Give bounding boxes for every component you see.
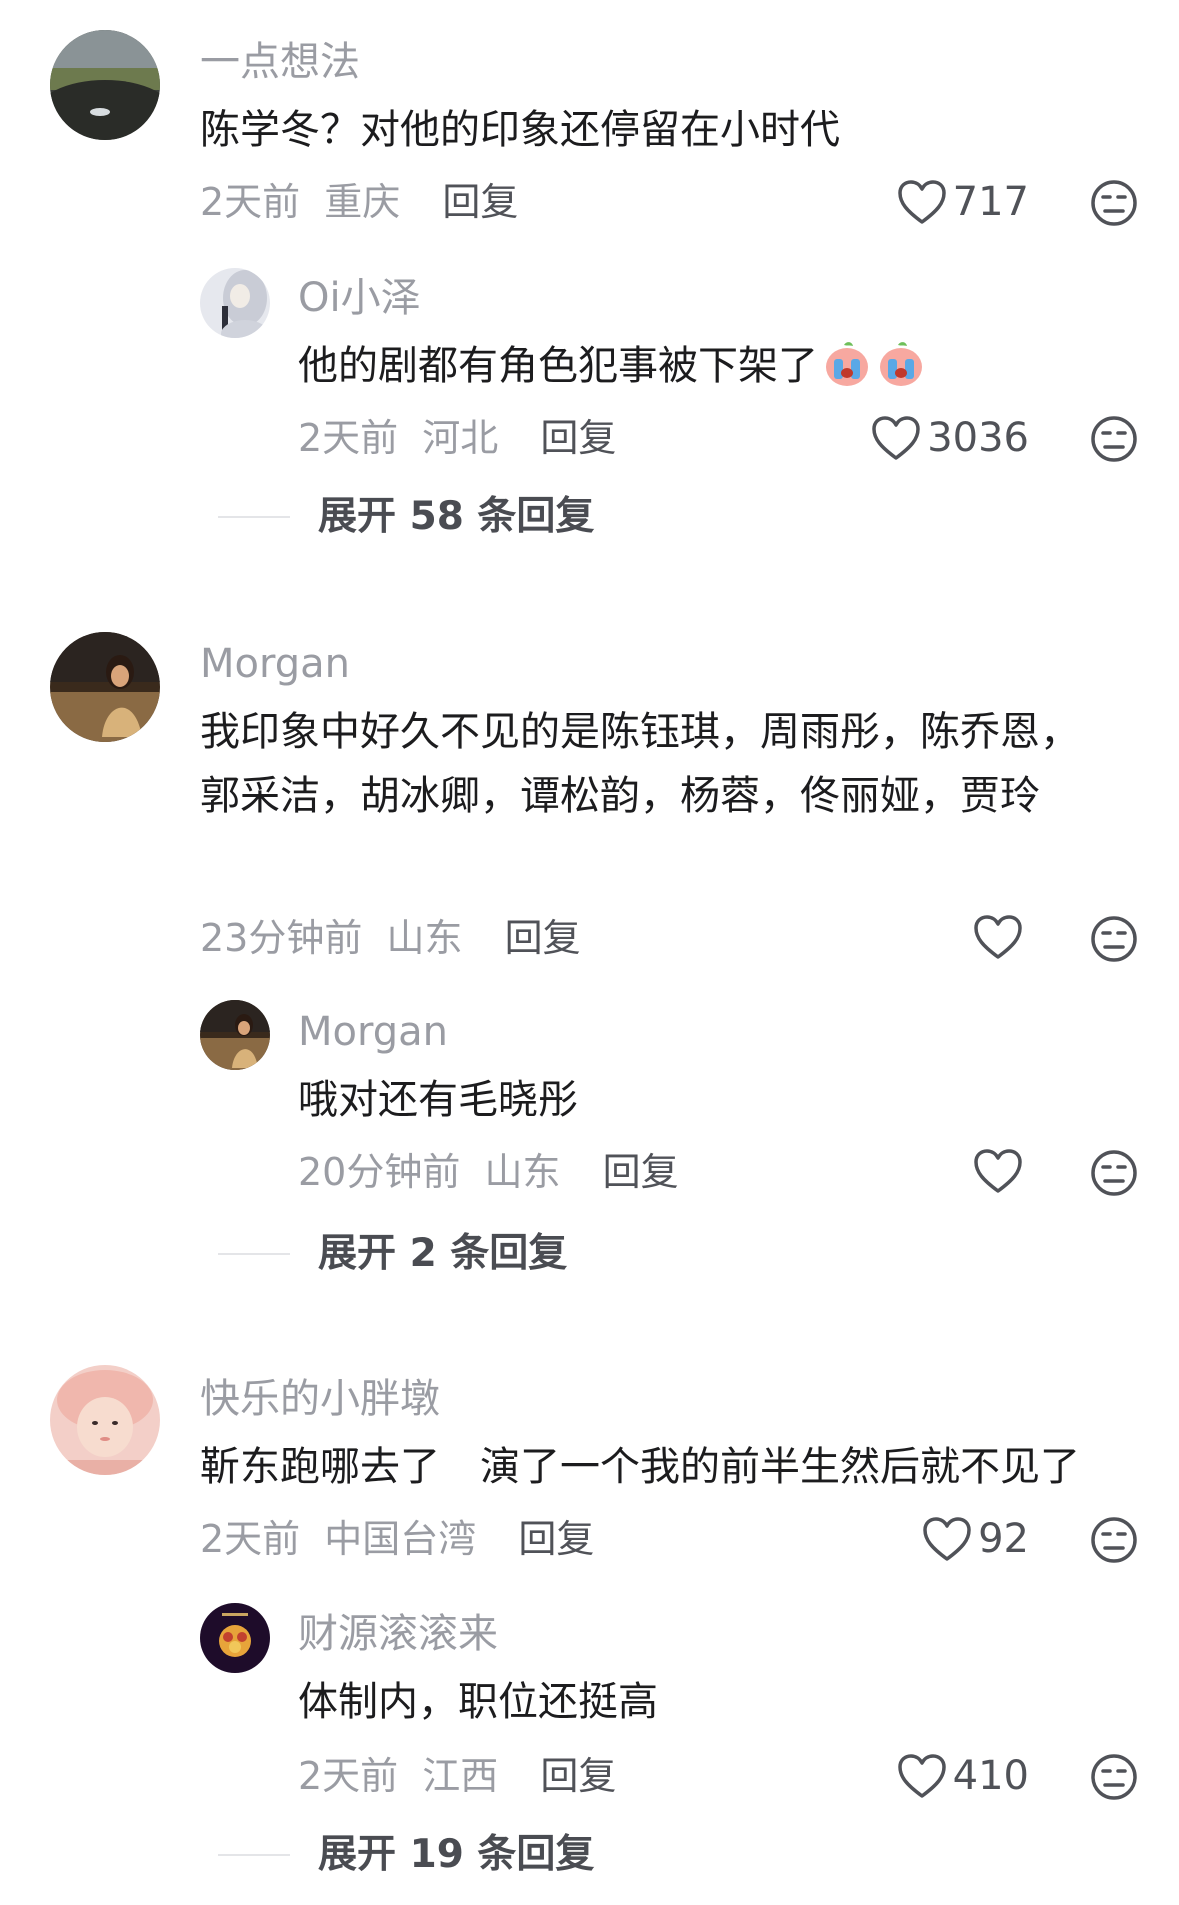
comment-text: 陈学冬？对他的印象还停留在小时代 — [200, 107, 840, 153]
dislike-button[interactable] — [1089, 1752, 1139, 1802]
avatar[interactable] — [200, 268, 270, 338]
comment-time: 2天前 — [298, 1754, 399, 1798]
comment-location: 重庆 — [324, 180, 401, 224]
like-count: 92 — [978, 1516, 1029, 1562]
unamused-face-icon — [1091, 916, 1137, 962]
reply-button[interactable]: 回复 — [540, 1754, 616, 1798]
like-count: 717 — [952, 179, 1029, 225]
username[interactable]: 快乐的小胖墩 — [200, 1375, 440, 1423]
comment-time: 20分钟前 — [298, 1150, 461, 1194]
like-count: 3036 — [927, 415, 1029, 461]
heart-outline-icon — [923, 1517, 971, 1561]
dislike-button[interactable] — [1089, 1148, 1139, 1198]
username[interactable]: Morgan — [200, 640, 350, 688]
like-button[interactable]: 3036 — [871, 414, 1029, 462]
reply-button[interactable]: 回复 — [603, 1150, 679, 1194]
reply-button[interactable]: 回复 — [518, 1517, 594, 1561]
like-button[interactable]: 410 — [897, 1752, 1029, 1800]
username[interactable]: Morgan — [298, 1008, 448, 1056]
heart-outline-icon — [974, 915, 1022, 959]
dislike-button[interactable] — [1089, 914, 1139, 964]
heart-outline-icon — [897, 1754, 946, 1798]
reply-button[interactable]: 回复 — [540, 416, 616, 460]
comment-text: 体制内，职位还挺高 — [298, 1679, 658, 1725]
comment-location: 河北 — [422, 416, 499, 460]
unamused-face-icon — [1091, 1517, 1137, 1563]
avatar[interactable] — [200, 1000, 270, 1070]
comment-meta: 2天前 江西 回复 — [298, 1752, 616, 1800]
comment-meta: 20分钟前 山东 回复 — [298, 1148, 679, 1196]
dislike-button[interactable] — [1089, 414, 1139, 464]
comment-text: 哦对还有毛晓彤 — [298, 1077, 578, 1123]
username[interactable]: 财源滚滚来 — [298, 1610, 498, 1658]
comment-text: 靳东跑哪去了 演了一个我的前半生然后就不见了 — [200, 1444, 1080, 1490]
avatar[interactable] — [50, 632, 160, 742]
expand-replies-button[interactable]: 展开 2 条回复 — [318, 1230, 567, 1278]
comment-time: 2天前 — [200, 1517, 301, 1561]
comment-meta: 2天前 河北 回复 — [298, 414, 616, 462]
like-count: 410 — [952, 1753, 1029, 1799]
comment-text-content: 他的剧都有角色犯事被下架了 — [298, 343, 818, 389]
heart-outline-icon — [872, 416, 920, 460]
unamused-face-icon — [1091, 1754, 1137, 1800]
expand-replies-button[interactable]: 展开 19 条回复 — [318, 1831, 594, 1879]
heart-outline-icon — [974, 1149, 1022, 1193]
comment-time: 23分钟前 — [200, 916, 363, 960]
like-button[interactable] — [973, 914, 1029, 960]
like-button[interactable]: 92 — [922, 1515, 1029, 1563]
comment-meta: 2天前 重庆 回复 — [200, 178, 518, 226]
comment-meta: 2天前 中国台湾 回复 — [200, 1515, 594, 1563]
avatar[interactable] — [50, 1365, 160, 1475]
expand-divider — [218, 516, 290, 518]
avatar[interactable] — [200, 1603, 270, 1673]
comment-time: 2天前 — [200, 180, 301, 224]
dislike-button[interactable] — [1089, 1515, 1139, 1565]
expand-divider — [218, 1854, 290, 1856]
comment-time: 2天前 — [298, 416, 399, 460]
reply-button[interactable]: 回复 — [442, 180, 518, 224]
crying-face-emoji — [880, 342, 922, 386]
crying-face-emoji — [826, 342, 868, 386]
expand-replies-button[interactable]: 展开 58 条回复 — [318, 493, 594, 541]
comment-text: 我印象中好久不见的是陈钰琪，周雨彤，陈乔恩，郭采洁，胡冰卿，谭松韵，杨蓉，佟丽娅… — [200, 709, 1080, 819]
comment-text: 他的剧都有角色犯事被下架了 — [298, 334, 1138, 398]
comment-location: 江西 — [422, 1754, 499, 1798]
like-button[interactable]: 717 — [897, 178, 1029, 226]
heart-outline-icon — [897, 180, 946, 224]
like-button[interactable] — [973, 1148, 1029, 1194]
expand-divider — [218, 1253, 290, 1255]
reply-button[interactable]: 回复 — [505, 916, 581, 960]
unamused-face-icon — [1091, 1150, 1137, 1196]
avatar[interactable] — [50, 30, 160, 140]
username[interactable]: Oi小泽 — [298, 274, 421, 322]
comment-location: 山东 — [386, 916, 463, 960]
username[interactable]: 一点想法 — [200, 38, 360, 86]
unamused-face-icon — [1091, 416, 1137, 462]
unamused-face-icon — [1091, 180, 1137, 226]
dislike-button[interactable] — [1089, 178, 1139, 228]
comment-meta: 23分钟前 山东 回复 — [200, 914, 581, 962]
comment-location: 中国台湾 — [324, 1517, 477, 1561]
comment-location: 山东 — [484, 1150, 561, 1194]
